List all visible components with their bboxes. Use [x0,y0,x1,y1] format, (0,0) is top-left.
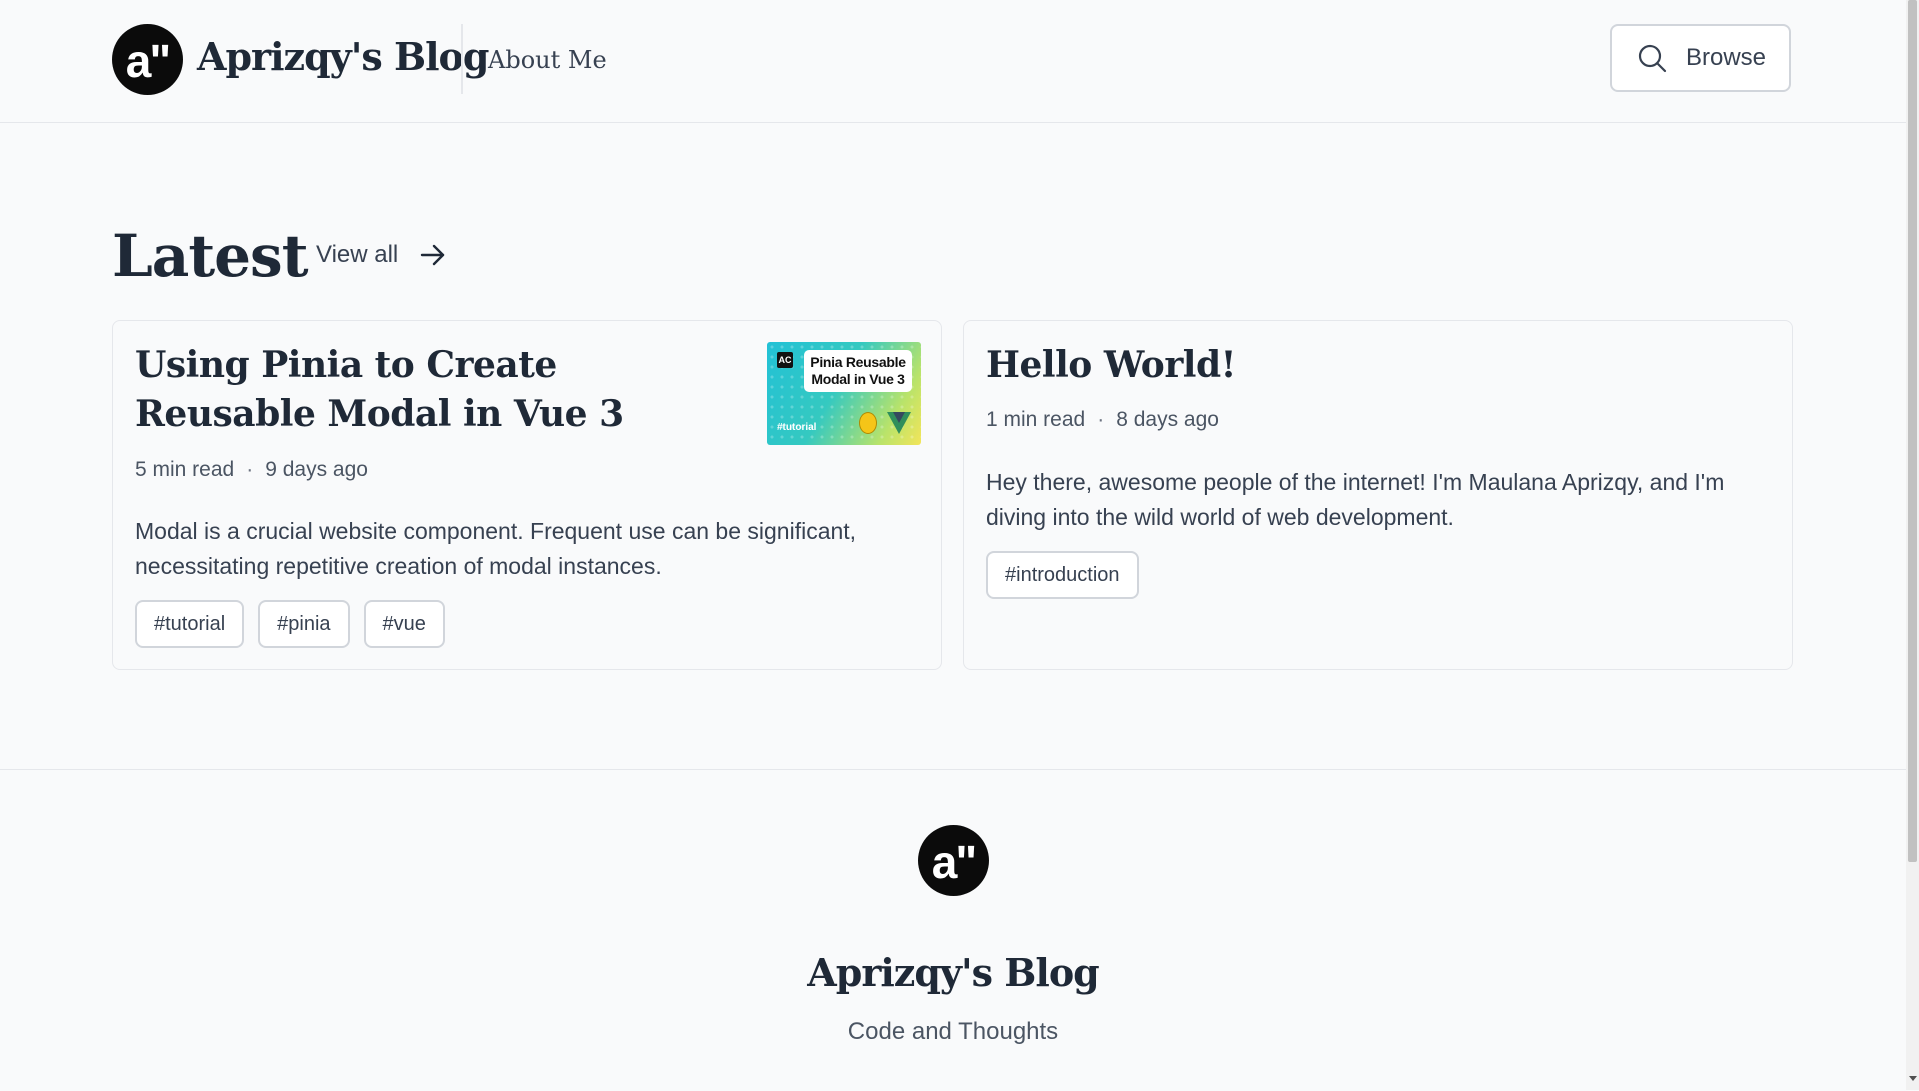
pinia-icon [859,412,877,434]
site-logo[interactable]: a" [112,24,183,95]
meta-separator: · [246,458,254,481]
read-time: 5 min read [135,458,235,481]
post-date: 8 days ago [1116,408,1219,431]
footer-logo[interactable]: a" [918,825,989,896]
view-all-label: View all [316,241,399,268]
scroll-down-arrow-icon[interactable] [1909,1076,1917,1081]
footer-tagline: Code and Thoughts [847,1018,1059,1045]
footer-title: Aprizqy's Blog [807,950,1099,995]
meta-separator: · [1097,408,1105,431]
browse-button[interactable]: Browse [1610,24,1791,92]
thumbnail-caption: Pinia Reusable Modal in Vue 3 [804,350,912,392]
post-title[interactable]: Using Pinia to Create Reusable Modal in … [135,341,695,439]
thumbnail-tag: #tutorial [777,422,817,433]
tag-vue[interactable]: #vue [363,600,445,648]
thumbnail-badge: AC [777,352,793,368]
arrow-right-icon [421,244,445,266]
post-excerpt: Modal is a crucial website component. Fr… [135,518,857,579]
logo-mark: a" [931,835,977,888]
site-title-link[interactable]: Aprizqy's Blog [197,34,489,79]
scrollbar-thumb[interactable] [1908,0,1917,862]
post-thumbnail[interactable]: AC Pinia Reusable Modal in Vue 3 #tutori… [767,342,921,445]
post-excerpt: Hey there, awesome people of the interne… [986,469,1725,530]
vertical-scrollbar[interactable] [1906,0,1919,1090]
search-icon [1638,44,1667,73]
latest-heading: Latest [112,222,308,290]
vue-icon [887,412,911,434]
tag-tutorial[interactable]: #tutorial [135,600,245,648]
browse-label: Browse [1686,44,1767,71]
logo-mark: a" [125,34,171,87]
post-meta: 5 min read · 9 days ago [135,458,368,482]
post-tags: #introduction [986,551,1139,599]
post-card[interactable]: Using Pinia to Create Reusable Modal in … [112,320,942,670]
post-card[interactable]: Hello World! 1 min read · 8 days ago Hey t… [963,320,1793,670]
post-tags: #tutorial #pinia #vue [135,600,445,648]
view-all-link[interactable]: View all [316,240,448,270]
nav-about-me-link[interactable]: About Me [488,46,607,74]
post-title[interactable]: Hello World! [986,341,1236,390]
tag-introduction[interactable]: #introduction [986,551,1139,599]
site-header: a" Aprizqy's Blog About Me Browse [0,0,1906,123]
post-date: 9 days ago [265,458,368,481]
tag-pinia[interactable]: #pinia [258,600,350,648]
read-time: 1 min read [986,408,1086,431]
post-meta: 1 min read · 8 days ago [986,408,1219,432]
header-divider [461,24,463,94]
